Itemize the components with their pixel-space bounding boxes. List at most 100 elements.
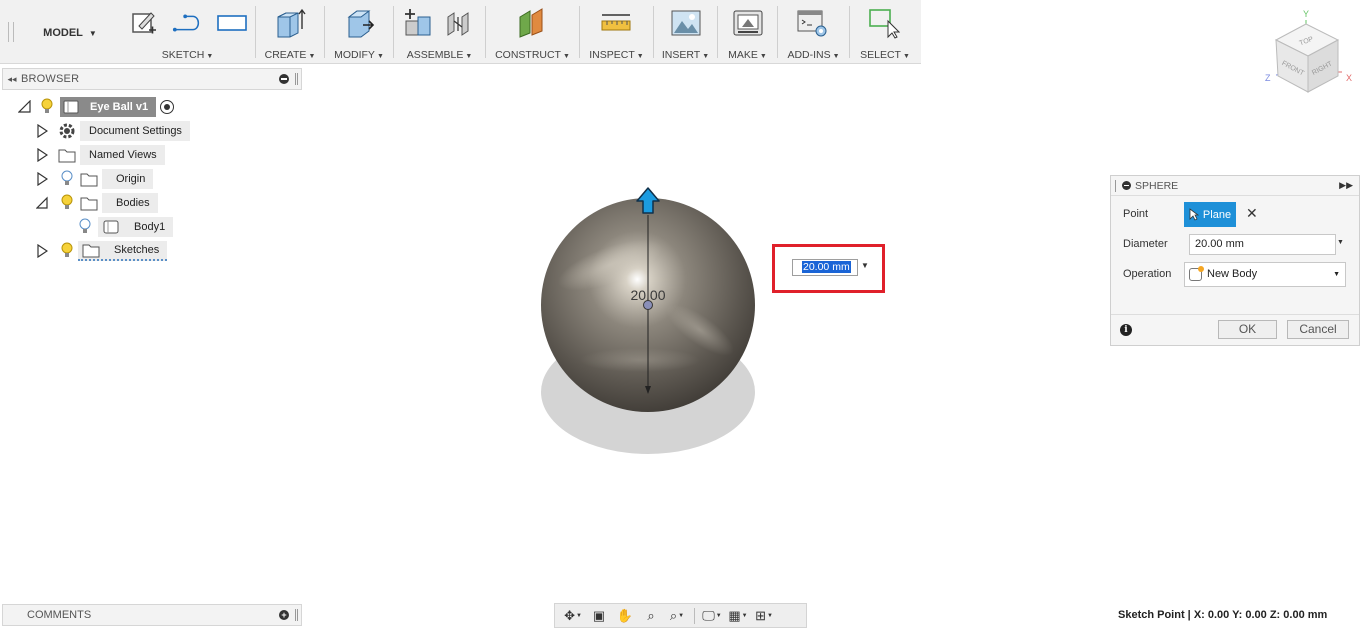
dimension-dropdown-icon[interactable]: ▼ bbox=[861, 261, 871, 273]
new-component-button[interactable] bbox=[402, 7, 434, 39]
group-sketch: SKETCH ▼ bbox=[120, 0, 256, 64]
cancel-button[interactable]: Cancel bbox=[1287, 320, 1349, 339]
visibility-bulb-off-icon[interactable] bbox=[78, 218, 92, 236]
sphere-dialog: SPHERE ▶▶ Point Plane ✕ Diameter 20.00 m… bbox=[1110, 175, 1360, 346]
expanded-triangle-icon[interactable] bbox=[36, 196, 48, 210]
tree-item-sketches[interactable]: Sketches bbox=[36, 241, 168, 261]
sketch-menu[interactable]: SKETCH ▼ bbox=[120, 49, 255, 61]
svg-text:TOP: TOP bbox=[1299, 36, 1315, 48]
browser-panel-header[interactable]: ◂◂ BROWSER bbox=[2, 68, 302, 90]
inspect-menu[interactable]: INSPECT ▼ bbox=[580, 49, 653, 61]
group-construct: CONSTRUCT ▼ bbox=[486, 0, 580, 64]
measure-button[interactable] bbox=[600, 7, 632, 39]
make-menu[interactable]: MAKE ▼ bbox=[718, 49, 777, 61]
look-at-button[interactable]: ▣ bbox=[587, 606, 611, 626]
group-modify: MODIFY ▼ bbox=[325, 0, 394, 64]
3d-print-icon bbox=[733, 10, 763, 36]
3d-print-button[interactable] bbox=[732, 7, 764, 39]
collapsed-triangle-icon[interactable] bbox=[36, 148, 48, 162]
addins-menu[interactable]: ADD-INS ▼ bbox=[778, 49, 849, 61]
zoom-icon: ⌕ bbox=[647, 607, 655, 623]
status-readout: Sketch Point | X: 0.00 Y: 0.00 Z: 0.00 m… bbox=[1118, 609, 1328, 621]
diameter-dimension-input[interactable]: 20.00 mm bbox=[792, 259, 858, 276]
visibility-bulb-icon[interactable] bbox=[60, 194, 74, 212]
sphere-body[interactable] bbox=[541, 198, 755, 412]
tree-item-origin[interactable]: Origin bbox=[36, 169, 154, 189]
tree-item-bodies[interactable]: Bodies bbox=[36, 193, 158, 213]
press-pull-button[interactable] bbox=[343, 7, 375, 39]
dimension-text: 20.00 bbox=[630, 287, 665, 303]
fit-button[interactable]: ⌕ ▼ bbox=[665, 606, 689, 626]
info-icon[interactable]: i bbox=[1120, 324, 1132, 336]
collapsed-triangle-icon[interactable] bbox=[36, 124, 48, 138]
scripts-addins-button[interactable] bbox=[796, 7, 828, 39]
center-point[interactable] bbox=[643, 300, 653, 310]
offset-plane-button[interactable] bbox=[516, 7, 548, 39]
tree-item-document-settings[interactable]: Document Settings bbox=[36, 121, 190, 141]
ok-button[interactable]: OK bbox=[1218, 320, 1277, 339]
dialog-header[interactable]: SPHERE ▶▶ bbox=[1111, 176, 1359, 196]
pan-button[interactable]: ✋ bbox=[613, 606, 637, 626]
operation-select[interactable]: New Body ▼ bbox=[1184, 262, 1346, 287]
activate-radio-icon[interactable] bbox=[160, 100, 175, 114]
visibility-bulb-off-icon[interactable] bbox=[60, 170, 74, 188]
create-menu[interactable]: CREATE ▼ bbox=[256, 49, 324, 61]
assemble-menu[interactable]: ASSEMBLE ▼ bbox=[394, 49, 485, 61]
folder-icon bbox=[80, 173, 98, 187]
folder-icon bbox=[58, 149, 76, 163]
grid-settings-button[interactable]: ▦ ▼ bbox=[726, 606, 750, 626]
diameter-field[interactable]: 20.00 mm bbox=[1189, 234, 1336, 255]
drag-arrow-manipulator[interactable] bbox=[636, 187, 660, 214]
point-select-button[interactable]: Plane bbox=[1184, 202, 1236, 227]
workspace-switcher[interactable]: MODEL ▼ bbox=[22, 8, 118, 58]
select-menu[interactable]: SELECT ▼ bbox=[850, 49, 920, 61]
add-comment-icon[interactable]: + bbox=[279, 610, 289, 620]
clear-selection-icon[interactable]: ✕ bbox=[1246, 205, 1258, 222]
panel-resize-grip[interactable] bbox=[295, 609, 298, 621]
collapse-browser-icon[interactable]: ◂◂ bbox=[3, 74, 21, 85]
select-tool-button[interactable] bbox=[868, 7, 900, 39]
orbit-button[interactable]: ✥ ▼ bbox=[561, 606, 585, 626]
line-tool-button[interactable] bbox=[172, 7, 204, 39]
measure-icon bbox=[601, 14, 631, 31]
attached-canvas-button[interactable] bbox=[670, 7, 702, 39]
view-cube[interactable]: TOP FRONT RIGHT Y X Z bbox=[1265, 9, 1352, 93]
zoom-button[interactable]: ⌕ bbox=[639, 606, 663, 626]
comments-panel-header[interactable]: COMMENTS + bbox=[2, 604, 302, 626]
collapsed-triangle-icon[interactable] bbox=[36, 244, 48, 258]
joint-icon bbox=[447, 12, 469, 36]
collapsed-triangle-icon[interactable] bbox=[36, 172, 48, 186]
modify-menu[interactable]: MODIFY ▼ bbox=[325, 49, 393, 61]
browser-root-row[interactable]: Eye Ball v1 bbox=[18, 97, 175, 117]
expanded-triangle-icon[interactable] bbox=[18, 100, 32, 114]
svg-text:RIGHT: RIGHT bbox=[1311, 60, 1334, 77]
tree-item-named-views[interactable]: Named Views bbox=[36, 145, 165, 165]
joint-button[interactable] bbox=[444, 7, 476, 39]
cursor-arrow-icon bbox=[1189, 208, 1199, 221]
operation-row: Operation New Body ▼ bbox=[1111, 261, 1359, 289]
visibility-bulb-icon[interactable] bbox=[40, 98, 54, 116]
extrude-button[interactable] bbox=[274, 7, 306, 39]
display-settings-button[interactable]: 🖵 ▼ bbox=[700, 606, 724, 626]
svg-text:FRONT: FRONT bbox=[1280, 60, 1305, 78]
group-inspect: INSPECT ▼ bbox=[580, 0, 654, 64]
panel-resize-grip[interactable] bbox=[295, 73, 298, 85]
gear-icon bbox=[59, 123, 75, 139]
insert-menu[interactable]: INSERT ▼ bbox=[654, 49, 717, 61]
collapse-panel-icon[interactable] bbox=[279, 74, 289, 84]
diameter-dropdown-icon[interactable]: ▼ bbox=[1337, 239, 1344, 246]
operation-dropdown-icon[interactable]: ▼ bbox=[1333, 263, 1340, 286]
create-sketch-button[interactable] bbox=[128, 7, 160, 39]
collapse-dialog-icon[interactable] bbox=[1122, 181, 1131, 190]
tree-item-body1[interactable]: Body1 bbox=[76, 217, 174, 237]
diameter-row: Diameter 20.00 mm ▼ bbox=[1111, 231, 1359, 259]
dialog-footer: i OK Cancel bbox=[1111, 314, 1359, 346]
expand-dialog-icon[interactable]: ▶▶ bbox=[1339, 180, 1353, 191]
group-select: SELECT ▼ bbox=[850, 0, 921, 64]
construct-menu[interactable]: CONSTRUCT ▼ bbox=[486, 49, 579, 61]
toolbar-grip[interactable] bbox=[8, 22, 14, 42]
rectangle-tool-button[interactable] bbox=[216, 7, 248, 39]
visibility-bulb-icon[interactable] bbox=[60, 242, 74, 260]
viewports-button[interactable]: ⊞ ▼ bbox=[752, 606, 776, 626]
group-insert: INSERT ▼ bbox=[654, 0, 718, 64]
